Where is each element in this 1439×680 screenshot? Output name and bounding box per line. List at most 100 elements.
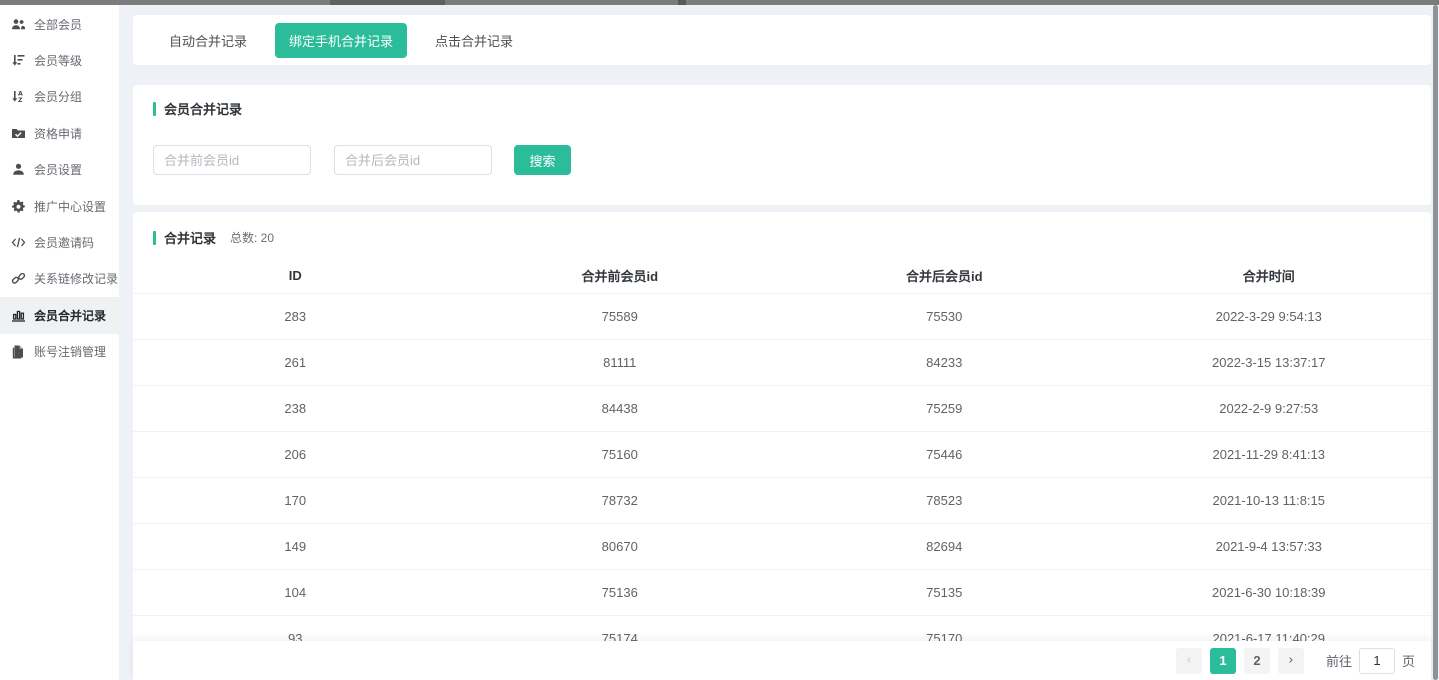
cell-after-id: 75259 xyxy=(782,385,1107,431)
table-header-row: ID 合并前会员id 合并后会员id 合并时间 xyxy=(133,259,1431,293)
cell-before-id: 75160 xyxy=(458,431,783,477)
records-card: 合并记录 总数: 20 ID 合并前会员id 合并后会员id 合并时间 283 … xyxy=(133,212,1431,680)
tab-bar: 自动合并记录 绑定手机合并记录 点击合并记录 xyxy=(133,15,1431,65)
col-header-after-id: 合并后会员id xyxy=(782,259,1107,293)
code-icon xyxy=(11,235,26,250)
sidebar-item-label: 会员设置 xyxy=(34,161,82,178)
accent-bar xyxy=(153,231,156,245)
folder-check-icon xyxy=(11,126,26,141)
svg-text:Z: Z xyxy=(18,97,23,104)
search-section-title: 会员合并记录 xyxy=(153,99,1411,118)
cell-after-id: 82694 xyxy=(782,523,1107,569)
pagination-bar: ‹ 1 2 › 前往 页 xyxy=(133,641,1431,680)
sidebar-item-member-group[interactable]: AZ 会员分组 xyxy=(0,79,119,115)
user-icon xyxy=(11,162,26,177)
sort-numeric-icon xyxy=(11,53,26,68)
vertical-scrollbar[interactable] xyxy=(1433,5,1438,680)
sidebar-item-all-members[interactable]: 全部会员 xyxy=(0,6,119,42)
gear-icon xyxy=(11,199,26,214)
sidebar-item-merge-records[interactable]: 会员合并记录 xyxy=(0,297,119,333)
sidebar-item-member-settings[interactable]: 会员设置 xyxy=(0,152,119,188)
table-row: 149 80670 82694 2021-9-4 13:57:33 xyxy=(133,523,1431,569)
main-content: 自动合并记录 绑定手机合并记录 点击合并记录 会员合并记录 搜索 合并记录 总数… xyxy=(133,5,1431,680)
goto-page: 前往 页 xyxy=(1326,648,1415,674)
sidebar-item-label: 会员邀请码 xyxy=(34,234,94,251)
cell-merge-time: 2021-9-4 13:57:33 xyxy=(1107,523,1432,569)
page-button-2[interactable]: 2 xyxy=(1244,648,1270,674)
cell-merge-time: 2021-10-13 11:8:15 xyxy=(1107,477,1432,523)
tab-click-merge[interactable]: 点击合并记录 xyxy=(421,23,527,58)
cell-id: 261 xyxy=(133,339,458,385)
sidebar-item-label: 会员等级 xyxy=(34,52,82,69)
records-title: 合并记录 xyxy=(164,228,216,247)
sidebar-item-relation-log[interactable]: 关系链修改记录 xyxy=(0,261,119,297)
cell-before-id: 78732 xyxy=(458,477,783,523)
sidebar-item-label: 资格申请 xyxy=(34,125,82,142)
records-table: ID 合并前会员id 合并后会员id 合并时间 283 75589 75530 … xyxy=(133,259,1431,661)
sidebar-item-qualification[interactable]: 资格申请 xyxy=(0,115,119,151)
sidebar-item-member-level[interactable]: 会员等级 xyxy=(0,42,119,78)
table-row: 206 75160 75446 2021-11-29 8:41:13 xyxy=(133,431,1431,477)
col-header-merge-time: 合并时间 xyxy=(1107,259,1432,293)
before-member-id-input[interactable] xyxy=(153,145,311,175)
cell-merge-time: 2022-2-9 9:27:53 xyxy=(1107,385,1432,431)
sidebar-item-label: 账号注销管理 xyxy=(34,343,106,360)
cell-after-id: 84233 xyxy=(782,339,1107,385)
tab-bind-phone-merge[interactable]: 绑定手机合并记录 xyxy=(275,23,407,58)
table-row: 261 81111 84233 2022-3-15 13:37:17 xyxy=(133,339,1431,385)
sidebar-item-label: 全部会员 xyxy=(34,16,82,33)
next-page-button[interactable]: › xyxy=(1278,648,1304,674)
browser-tab-divider xyxy=(330,0,445,5)
cell-before-id: 84438 xyxy=(458,385,783,431)
cell-merge-time: 2022-3-29 9:54:13 xyxy=(1107,293,1432,339)
accent-bar xyxy=(153,102,156,116)
cell-before-id: 80670 xyxy=(458,523,783,569)
bar-chart-icon xyxy=(11,308,26,323)
sidebar-item-label: 关系链修改记录 xyxy=(34,270,118,287)
cell-merge-time: 2022-3-15 13:37:17 xyxy=(1107,339,1432,385)
search-button[interactable]: 搜索 xyxy=(514,145,571,175)
cell-id: 149 xyxy=(133,523,458,569)
sort-alpha-icon: AZ xyxy=(11,89,26,104)
sidebar-item-account-cancel[interactable]: 账号注销管理 xyxy=(0,334,119,370)
table-row: 283 75589 75530 2022-3-29 9:54:13 xyxy=(133,293,1431,339)
cell-id: 170 xyxy=(133,477,458,523)
after-member-id-input[interactable] xyxy=(334,145,492,175)
page-button-1[interactable]: 1 xyxy=(1210,648,1236,674)
browser-top-edge xyxy=(0,0,1439,5)
prev-page-button[interactable]: ‹ xyxy=(1176,648,1202,674)
sidebar-item-label: 会员分组 xyxy=(34,88,82,105)
sidebar-item-promotion-settings[interactable]: 推广中心设置 xyxy=(0,188,119,224)
records-total: 总数: 20 xyxy=(230,229,274,246)
goto-label: 前往 xyxy=(1326,651,1352,670)
col-header-id: ID xyxy=(133,259,458,293)
search-card: 会员合并记录 搜索 xyxy=(133,85,1431,205)
cell-id: 206 xyxy=(133,431,458,477)
link-icon xyxy=(11,271,26,286)
goto-unit-label: 页 xyxy=(1402,651,1415,670)
cell-after-id: 75530 xyxy=(782,293,1107,339)
records-section-title: 合并记录 总数: 20 xyxy=(133,228,1431,247)
cell-id: 104 xyxy=(133,569,458,615)
col-header-before-id: 合并前会员id xyxy=(458,259,783,293)
cell-id: 238 xyxy=(133,385,458,431)
browser-tab-divider xyxy=(678,0,686,5)
tab-auto-merge[interactable]: 自动合并记录 xyxy=(155,23,261,58)
users-icon xyxy=(11,17,26,32)
cell-before-id: 75589 xyxy=(458,293,783,339)
goto-page-input[interactable] xyxy=(1359,648,1395,674)
cell-merge-time: 2021-11-29 8:41:13 xyxy=(1107,431,1432,477)
pager: ‹ 1 2 › xyxy=(1176,648,1304,674)
sidebar-item-label: 会员合并记录 xyxy=(34,307,106,324)
file-icon xyxy=(11,344,26,359)
sidebar-item-label: 推广中心设置 xyxy=(34,198,106,215)
search-title: 会员合并记录 xyxy=(164,99,242,118)
sidebar-item-invite-code[interactable]: 会员邀请码 xyxy=(0,224,119,260)
cell-after-id: 75135 xyxy=(782,569,1107,615)
cell-merge-time: 2021-6-30 10:18:39 xyxy=(1107,569,1432,615)
cell-before-id: 75136 xyxy=(458,569,783,615)
cell-id: 283 xyxy=(133,293,458,339)
cell-before-id: 81111 xyxy=(458,339,783,385)
table-row: 104 75136 75135 2021-6-30 10:18:39 xyxy=(133,569,1431,615)
table-row: 238 84438 75259 2022-2-9 9:27:53 xyxy=(133,385,1431,431)
